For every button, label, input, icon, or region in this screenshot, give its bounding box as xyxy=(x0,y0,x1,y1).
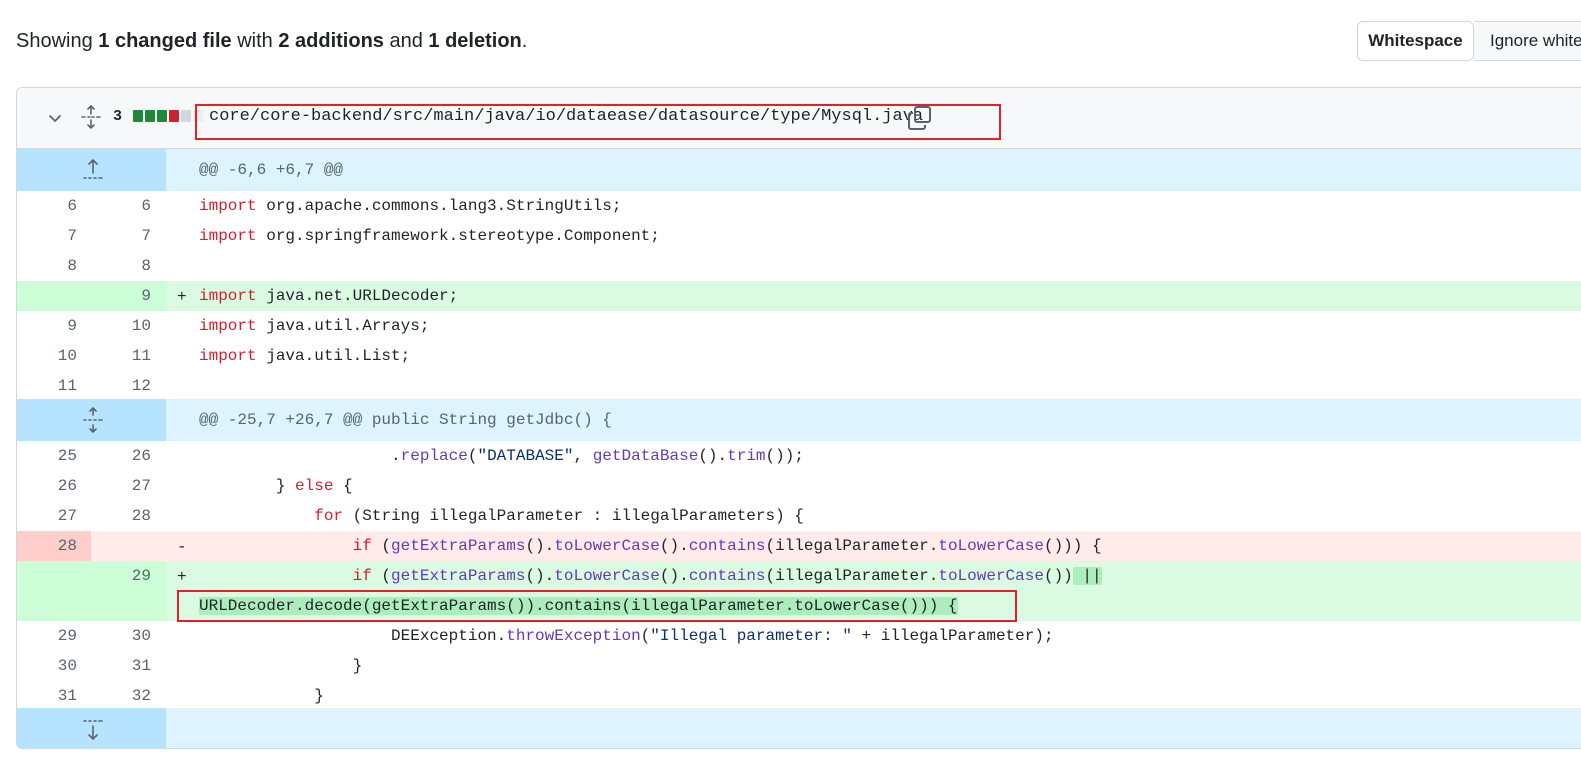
old-line-number[interactable]: 8 xyxy=(17,251,77,281)
diff-line: 8 8 xyxy=(17,251,1581,281)
code-text: } else { xyxy=(199,477,353,495)
diff-summary: Showing 1 changed file with 2 additions … xyxy=(16,30,528,52)
old-line-number[interactable]: 10 xyxy=(17,341,77,371)
hunk-header: @@ -25,7 +26,7 @@ public String getJdbc(… xyxy=(17,399,1581,441)
diff-line-addition: 29 + if (getExtraParams().toLowerCase().… xyxy=(17,561,1581,621)
expand-gutter[interactable] xyxy=(17,149,166,191)
diff-line-addition: 9 + import java.net.URLDecoder; xyxy=(17,281,1581,311)
expand-down-icon[interactable] xyxy=(81,716,105,742)
new-line-number[interactable]: 12 xyxy=(91,371,151,401)
deletions-count: 1 deletion xyxy=(428,30,522,52)
additions-count: 2 additions xyxy=(278,30,384,52)
diff-line: 29 30 DEException.throwException("Illega… xyxy=(17,621,1581,651)
new-line-number[interactable]: 29 xyxy=(91,561,151,591)
old-line-number[interactable]: 25 xyxy=(17,441,77,471)
old-line-number[interactable]: 29 xyxy=(17,621,77,651)
diff-line: 7 7 import org.springframework.stereotyp… xyxy=(17,221,1581,251)
diffstat-block xyxy=(181,110,191,122)
expand-footer xyxy=(17,708,1581,748)
changed-files-count: 1 changed file xyxy=(98,30,232,52)
deletion-sign: - xyxy=(177,538,187,556)
diff-line: 27 28 for (String illegalParameter : ill… xyxy=(17,501,1581,531)
old-line-number[interactable]: 27 xyxy=(17,501,77,531)
diff-line: 25 26 .replace("DATABASE", getDataBase()… xyxy=(17,441,1581,471)
unfold-icon[interactable] xyxy=(81,407,105,433)
new-line-number[interactable]: 32 xyxy=(91,681,151,711)
new-line-number[interactable]: 9 xyxy=(91,281,151,311)
diffstat-block xyxy=(193,110,203,122)
word-highlight: URLDecoder.decode(getExtraParams()).cont… xyxy=(199,597,958,615)
diff-line: 6 6 import org.apache.commons.lang3.Stri… xyxy=(17,191,1581,221)
diff-line: 9 10 import java.util.Arrays; xyxy=(17,311,1581,341)
file-change-count: 3 xyxy=(113,108,123,125)
diff-line: 31 32 } xyxy=(17,681,1581,711)
code-text: if (getExtraParams().toLowerCase().conta… xyxy=(352,567,1102,585)
code-text: .replace("DATABASE", getDataBase().trim(… xyxy=(199,447,804,465)
code-text: import java.util.Arrays; xyxy=(199,317,430,335)
ignore-whitespace-button[interactable]: Ignore whitespace xyxy=(1474,21,1581,61)
new-line-number[interactable]: 11 xyxy=(91,341,151,371)
diffstat-block xyxy=(157,110,167,122)
new-line-number[interactable]: 8 xyxy=(91,251,151,281)
addition-sign: + xyxy=(177,568,187,586)
diffstat-block xyxy=(133,110,143,122)
hunk-header-text: @@ -25,7 +26,7 @@ public String getJdbc(… xyxy=(199,411,612,429)
line-gutter xyxy=(91,531,166,561)
old-line-number[interactable]: 28 xyxy=(17,531,77,561)
file-diff: 3 core/core-backend/src/main/java/io/dat… xyxy=(16,87,1581,749)
old-line-number[interactable]: 26 xyxy=(17,471,77,501)
expand-gutter[interactable] xyxy=(17,708,166,748)
word-highlight: || xyxy=(1072,567,1102,585)
new-line-number[interactable]: 7 xyxy=(91,221,151,251)
expand-up-icon[interactable] xyxy=(81,157,105,183)
new-line-number[interactable]: 30 xyxy=(91,621,151,651)
code-text: for (String illegalParameter : illegalPa… xyxy=(314,507,804,525)
old-line-number[interactable]: 31 xyxy=(17,681,77,711)
old-line-number[interactable]: 30 xyxy=(17,651,77,681)
new-line-number[interactable]: 27 xyxy=(91,471,151,501)
diff-line: 30 31 } xyxy=(17,651,1581,681)
new-line-number[interactable]: 26 xyxy=(91,441,151,471)
diff-line-deletion: 28 - if (getExtraParams().toLowerCase().… xyxy=(17,531,1581,561)
expand-gutter[interactable] xyxy=(17,399,166,441)
diffstat xyxy=(133,110,203,122)
old-line-number[interactable]: 7 xyxy=(17,221,77,251)
code-text: } xyxy=(199,657,363,675)
old-line-number[interactable]: 11 xyxy=(17,371,77,401)
unfold-icon[interactable] xyxy=(80,105,102,129)
diffstat-block xyxy=(145,110,155,122)
code-text: import org.springframework.stereotype.Co… xyxy=(199,227,660,245)
code-text-wrapped: URLDecoder.decode(getExtraParams()).cont… xyxy=(199,591,958,621)
new-line-number[interactable]: 28 xyxy=(91,501,151,531)
hunk-header: @@ -6,6 +6,7 @@ xyxy=(17,149,1581,191)
old-line-number[interactable]: 9 xyxy=(17,311,77,341)
diff-line: 11 12 xyxy=(17,371,1581,401)
code-text: } xyxy=(199,687,324,705)
code-text: DEException.throwException("Illegal para… xyxy=(199,627,1054,645)
hunk-header-text: @@ -6,6 +6,7 @@ xyxy=(199,161,344,179)
code-text: import java.util.List; xyxy=(199,347,411,365)
code-text: if (getExtraParams().toLowerCase().conta… xyxy=(352,537,1102,555)
code-text: import java.net.URLDecoder; xyxy=(199,287,459,305)
diff-line: 26 27 } else { xyxy=(17,471,1581,501)
new-line-number[interactable]: 31 xyxy=(91,651,151,681)
copy-icon[interactable] xyxy=(907,105,933,131)
file-header: 3 core/core-backend/src/main/java/io/dat… xyxy=(17,88,1581,149)
old-line-number[interactable]: 6 xyxy=(17,191,77,221)
diffstat-block xyxy=(169,110,179,122)
code-text: import org.apache.commons.lang3.StringUt… xyxy=(199,197,622,215)
whitespace-button[interactable]: Whitespace xyxy=(1357,21,1474,61)
chevron-down-icon[interactable] xyxy=(47,110,63,126)
diff-line: 10 11 import java.util.List; xyxy=(17,341,1581,371)
addition-sign: + xyxy=(177,288,187,306)
new-line-number[interactable]: 6 xyxy=(91,191,151,221)
new-line-number[interactable]: 10 xyxy=(91,311,151,341)
file-path-link[interactable]: core/core-backend/src/main/java/io/datae… xyxy=(209,107,923,126)
